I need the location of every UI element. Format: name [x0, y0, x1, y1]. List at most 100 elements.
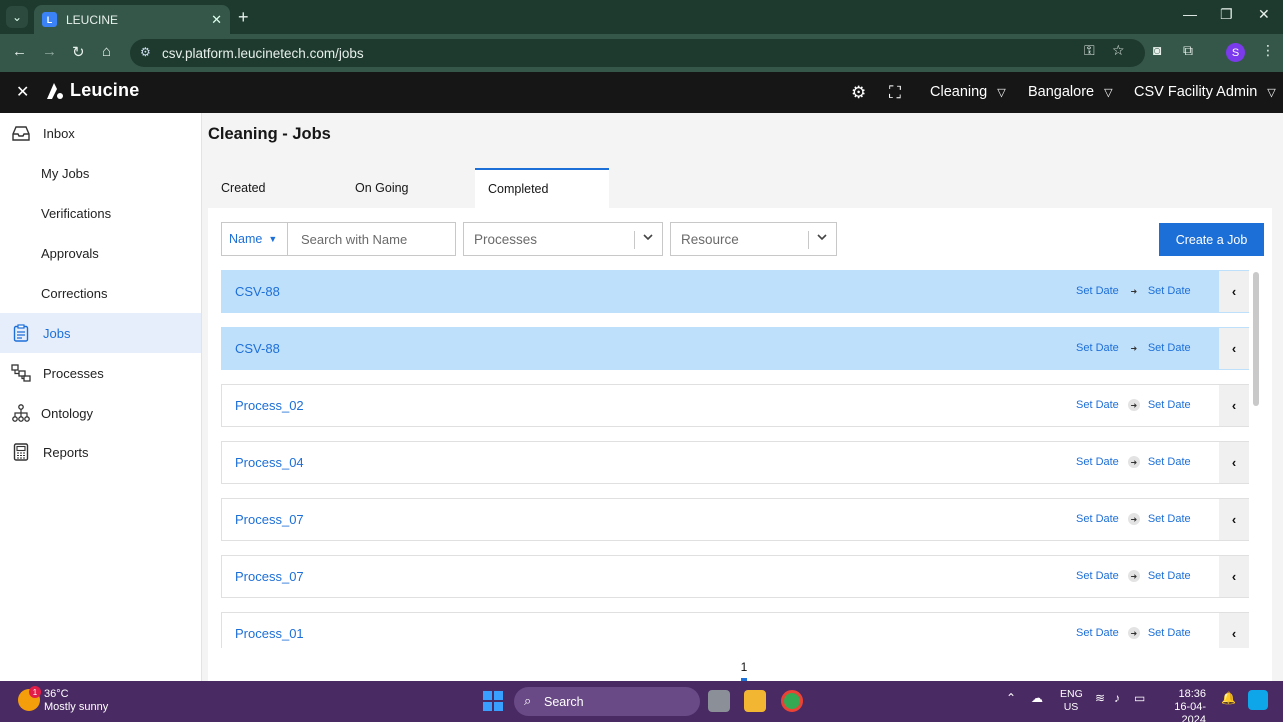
expand-chevron-icon[interactable]: ‹ — [1219, 271, 1249, 312]
start-date-link[interactable]: Set Date — [1076, 456, 1119, 468]
resource-placeholder: Resource — [681, 231, 739, 247]
search-field-selector[interactable]: Name ▼ — [221, 222, 287, 256]
expand-chevron-icon[interactable]: ‹ — [1219, 556, 1249, 597]
facility-dropdown[interactable]: Cleaning ▽ — [930, 84, 1006, 100]
job-row[interactable]: Process_07 Set Date ➜ Set Date ‹ — [221, 555, 1249, 598]
tab-label: Completed — [488, 182, 549, 196]
arrow-right-icon: ➜ — [1127, 570, 1140, 582]
jobs-scrollbar[interactable] — [1253, 272, 1259, 406]
sidebar-item-ontology[interactable]: Ontology — [0, 393, 201, 433]
end-date-link[interactable]: Set Date — [1148, 285, 1191, 297]
close-menu-icon[interactable]: ✕ — [16, 82, 29, 102]
extensions-icon[interactable]: ⧉ — [1183, 42, 1193, 59]
job-row[interactable]: Process_04 Set Date ➜ Set Date ‹ — [221, 441, 1249, 484]
job-name-link[interactable]: Process_07 — [235, 569, 304, 584]
tab-created[interactable]: Created — [208, 168, 342, 208]
job-row[interactable]: Process_01 Set Date ➜ Set Date ‹ — [221, 612, 1249, 648]
job-name-link[interactable]: Process_01 — [235, 626, 304, 641]
job-name-link[interactable]: Process_07 — [235, 512, 304, 527]
page-number[interactable]: 1 — [741, 660, 748, 674]
back-icon[interactable]: ← — [12, 43, 27, 60]
language-indicator[interactable]: ENG US — [1060, 688, 1083, 714]
weather-widget[interactable]: 36°C Mostly sunny — [44, 688, 108, 714]
profile-avatar[interactable]: S — [1226, 43, 1245, 62]
expand-chevron-icon[interactable]: ‹ — [1219, 613, 1249, 648]
restore-icon[interactable]: ❐ — [1220, 6, 1233, 23]
reload-icon[interactable]: ↻ — [72, 43, 85, 61]
sidebar-item-approvals[interactable]: Approvals — [0, 233, 201, 273]
end-date-link[interactable]: Set Date — [1148, 399, 1191, 411]
sidebar-item-reports[interactable]: Reports — [0, 432, 201, 472]
minimize-icon[interactable]: — — [1183, 6, 1197, 22]
tab-completed[interactable]: Completed — [475, 168, 609, 208]
forward-icon[interactable]: → — [42, 43, 57, 60]
tray-overflow-chevron-icon[interactable]: ⌃ — [1006, 691, 1016, 705]
chrome-icon[interactable] — [781, 690, 803, 712]
job-row[interactable]: Process_02 Set Date ➜ Set Date ‹ — [221, 384, 1249, 427]
browser-tab[interactable]: L LEUCINE ✕ — [34, 5, 230, 34]
pagination[interactable]: 1 — [738, 660, 750, 681]
settings-gear-icon[interactable]: ⚙ — [851, 83, 866, 103]
start-date-link[interactable]: Set Date — [1076, 285, 1119, 297]
onedrive-cloud-icon[interactable]: ☁ — [1031, 691, 1043, 705]
sidebar-item-my-jobs[interactable]: My Jobs — [0, 153, 201, 193]
close-tab-icon[interactable]: ✕ — [211, 12, 222, 28]
search-input[interactable] — [287, 222, 456, 256]
password-key-icon[interactable]: ⚿ — [1084, 42, 1095, 59]
bookmark-star-icon[interactable]: ☆ — [1112, 42, 1125, 59]
start-date-link[interactable]: Set Date — [1076, 627, 1119, 639]
site-info-icon[interactable]: ⚙ — [140, 45, 151, 59]
processes-select[interactable]: Processes — [463, 222, 663, 256]
task-view-icon[interactable] — [708, 690, 730, 712]
tab-on-going[interactable]: On Going — [342, 168, 476, 208]
sidebar-item-jobs[interactable]: Jobs — [0, 313, 201, 353]
tab-search-chevron-icon[interactable]: ⌄ — [6, 6, 28, 28]
end-date-link[interactable]: Set Date — [1148, 456, 1191, 468]
job-row[interactable]: CSV-88 Set Date ➜ Set Date ‹ — [221, 270, 1249, 313]
job-dates: Set Date ➜ Set Date — [1076, 342, 1191, 354]
start-date-link[interactable]: Set Date — [1076, 342, 1119, 354]
start-date-link[interactable]: Set Date — [1076, 513, 1119, 525]
address-bar[interactable]: ⚙ csv.platform.leucinetech.com/jobs — [130, 39, 1145, 67]
job-row[interactable]: CSV-88 Set Date ➜ Set Date ‹ — [221, 327, 1249, 370]
create-job-button[interactable]: Create a Job — [1159, 223, 1264, 256]
end-date-link[interactable]: Set Date — [1148, 627, 1191, 639]
site-dropdown[interactable]: Bangalore ▽ — [1028, 84, 1113, 100]
file-explorer-icon[interactable] — [744, 690, 766, 712]
sidebar-item-verifications[interactable]: Verifications — [0, 193, 201, 233]
notifications-bell-icon[interactable]: 🔔 — [1221, 691, 1236, 705]
scan-icon[interactable]: ⛶ — [889, 83, 901, 103]
chevron-down-icon: ▽ — [997, 86, 1006, 99]
camera-icon[interactable]: ◙ — [1153, 42, 1161, 58]
window-close-icon[interactable]: ✕ — [1258, 6, 1270, 23]
start-date-link[interactable]: Set Date — [1076, 399, 1119, 411]
job-name-link[interactable]: Process_04 — [235, 455, 304, 470]
wifi-icon[interactable]: ≋ — [1095, 691, 1105, 705]
end-date-link[interactable]: Set Date — [1148, 570, 1191, 582]
windows-start-icon[interactable] — [483, 691, 503, 711]
job-name-link[interactable]: CSV-88 — [235, 341, 280, 356]
system-clock[interactable]: 18:36 16-04-2024 — [1162, 688, 1206, 722]
end-date-link[interactable]: Set Date — [1148, 342, 1191, 354]
job-name-link[interactable]: CSV-88 — [235, 284, 280, 299]
browser-menu-icon[interactable]: ⋮ — [1261, 42, 1275, 59]
expand-chevron-icon[interactable]: ‹ — [1219, 328, 1249, 369]
sidebar-item-corrections[interactable]: Corrections — [0, 273, 201, 313]
battery-icon[interactable]: ▭ — [1134, 691, 1145, 705]
resource-select[interactable]: Resource — [670, 222, 837, 256]
job-name-link[interactable]: Process_02 — [235, 398, 304, 413]
start-date-link[interactable]: Set Date — [1076, 570, 1119, 582]
expand-chevron-icon[interactable]: ‹ — [1219, 499, 1249, 540]
sidebar-item-processes[interactable]: Processes — [0, 353, 201, 393]
home-icon[interactable]: ⌂ — [102, 43, 111, 60]
taskbar-search[interactable]: ⌕ Search — [514, 687, 700, 716]
expand-chevron-icon[interactable]: ‹ — [1219, 442, 1249, 483]
new-tab-icon[interactable]: + — [238, 7, 249, 28]
copilot-icon[interactable] — [1248, 690, 1268, 710]
job-row[interactable]: Process_07 Set Date ➜ Set Date ‹ — [221, 498, 1249, 541]
sidebar-item-inbox[interactable]: Inbox — [0, 113, 201, 153]
expand-chevron-icon[interactable]: ‹ — [1219, 385, 1249, 426]
volume-icon[interactable]: ♪ — [1114, 691, 1120, 705]
end-date-link[interactable]: Set Date — [1148, 513, 1191, 525]
user-menu[interactable]: CSV Facility Admin ▽ — [1134, 84, 1276, 100]
